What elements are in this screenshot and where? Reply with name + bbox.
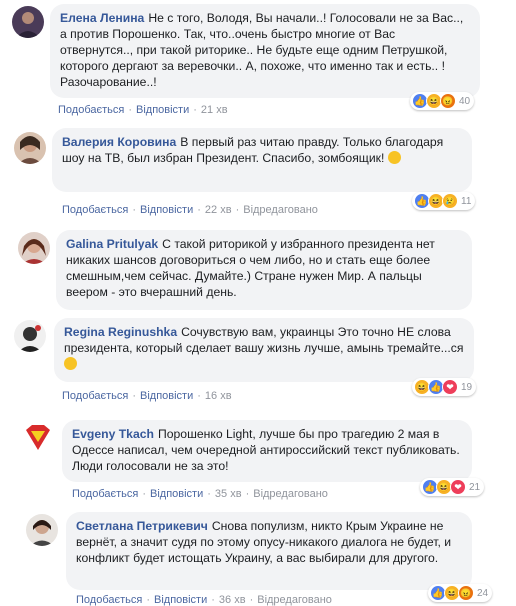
avatar[interactable] xyxy=(26,514,58,546)
reactions-summary[interactable]: 👍 😆 😢 11 xyxy=(412,192,476,210)
comment-actions: Подобається · Відповісти · 21 хв xyxy=(58,104,228,116)
comment-actions: Подобається · Відповісти · 36 хв · Відредагова… xyxy=(76,594,332,606)
comment-3: Galina Pritulyak С такой риторикой у избр… xyxy=(0,226,516,312)
angry-icon: 😠 xyxy=(440,93,456,109)
reply-link[interactable]: Відповісти xyxy=(154,594,207,606)
timestamp[interactable]: 22 хв xyxy=(205,204,232,216)
timestamp[interactable]: 16 хв xyxy=(205,390,232,402)
timestamp[interactable]: 35 хв xyxy=(215,488,242,500)
reply-link[interactable]: Відповісти xyxy=(140,390,193,402)
comment-bubble: Светлана Петрикевич Снова популизм, никто… xyxy=(66,512,472,590)
emoji-icon xyxy=(64,357,77,370)
avatar[interactable] xyxy=(14,320,46,352)
reaction-count: 19 xyxy=(461,381,473,393)
comment-bubble: Regina Reginushka Сочувствую вам, украинц… xyxy=(54,318,474,382)
like-link[interactable]: Подобається xyxy=(62,390,128,402)
comment-6: Светлана Петрикевич Снова популизм, никто… xyxy=(0,506,516,606)
reaction-count: 11 xyxy=(461,195,472,207)
reaction-count: 21 xyxy=(469,481,481,493)
like-link[interactable]: Подобається xyxy=(76,594,142,606)
like-link[interactable]: Подобається xyxy=(72,488,138,500)
comment-1: Елена Ленина Не с того, Володя, Вы начали… xyxy=(0,0,516,120)
comment-author[interactable]: Светлана Петрикевич xyxy=(76,519,208,533)
love-icon: ❤ xyxy=(442,379,458,395)
angry-icon: 😠 xyxy=(458,585,474,601)
avatar[interactable] xyxy=(22,422,54,454)
comment-4: Regina Reginushka Сочувствую вам, украинц… xyxy=(0,314,516,410)
comment-5: Evgeny Tkach Порошенко Light, лучше бы пр… xyxy=(0,414,516,506)
comment-bubble: Evgeny Tkach Порошенко Light, лучше бы пр… xyxy=(62,420,472,482)
reactions-summary[interactable]: 👍 😆 ❤ 21 xyxy=(420,478,485,496)
love-icon: ❤ xyxy=(450,479,466,495)
comment-actions: Подобається · Відповісти · 35 хв · Відредагова… xyxy=(72,488,328,500)
comment-2: Валерия Коровина В первый раз читаю правд… xyxy=(0,124,516,224)
timestamp[interactable]: 36 хв xyxy=(219,594,246,606)
comment-actions: Подобається · Відповісти · 16 хв xyxy=(62,390,232,402)
timestamp[interactable]: 21 хв xyxy=(201,104,228,116)
reactions-summary[interactable]: 👍 😆 😠 40 xyxy=(410,92,475,110)
comment-author[interactable]: Валерия Коровина xyxy=(62,135,176,149)
edited-label[interactable]: Відредаговано xyxy=(257,594,332,606)
comment-author[interactable]: Елена Ленина xyxy=(60,11,144,25)
reaction-count: 40 xyxy=(459,95,471,107)
reactions-summary[interactable]: 😆 👍 ❤ 19 xyxy=(412,378,477,396)
comment-bubble: Валерия Коровина В первый раз читаю правд… xyxy=(52,128,472,192)
avatar[interactable] xyxy=(12,6,44,38)
avatar[interactable] xyxy=(14,132,46,164)
sad-icon: 😢 xyxy=(442,193,458,209)
like-link[interactable]: Подобається xyxy=(62,204,128,216)
comment-bubble: Елена Ленина Не с того, Володя, Вы начали… xyxy=(50,4,480,98)
comment-author[interactable]: Regina Reginushka xyxy=(64,325,177,339)
like-link[interactable]: Подобається xyxy=(58,104,124,116)
emoji-icon xyxy=(387,151,401,164)
comment-bubble: Galina Pritulyak С такой риторикой у избр… xyxy=(56,230,472,310)
reaction-count: 24 xyxy=(477,587,489,599)
edited-label[interactable]: Відредаговано xyxy=(253,488,328,500)
avatar[interactable] xyxy=(18,232,50,264)
reply-link[interactable]: Відповісти xyxy=(136,104,189,116)
reply-link[interactable]: Відповісти xyxy=(150,488,203,500)
comment-actions: Подобається · Відповісти · 22 хв · Відредагова… xyxy=(62,204,318,216)
reactions-summary[interactable]: 👍 😆 😠 24 xyxy=(428,584,493,602)
comment-author[interactable]: Galina Pritulyak xyxy=(66,237,158,251)
reply-link[interactable]: Відповісти xyxy=(140,204,193,216)
comment-author[interactable]: Evgeny Tkach xyxy=(72,427,154,441)
edited-label[interactable]: Відредаговано xyxy=(243,204,318,216)
